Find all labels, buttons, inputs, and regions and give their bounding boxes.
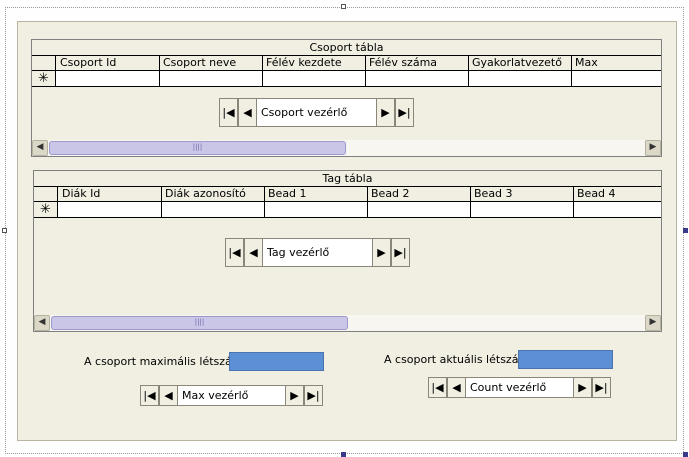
column-header[interactable]: Csoport neve — [160, 56, 263, 70]
table-cell[interactable] — [59, 202, 162, 217]
next-record-icon[interactable]: ▶ — [285, 385, 304, 406]
table-cell[interactable] — [160, 71, 263, 86]
scroll-right-icon[interactable]: ▶ — [645, 140, 661, 156]
count-navigator: |◀ ◀ Count vezérlő ▶ ▶| — [428, 377, 611, 398]
scroll-left-icon[interactable]: ◀ — [32, 140, 48, 156]
current-headcount-label: A csoport aktuális létszáma: — [384, 353, 540, 366]
max-navigator: |◀ ◀ Max vezérlő ▶ ▶| — [140, 385, 323, 406]
table-cell[interactable] — [263, 71, 366, 86]
column-header[interactable]: Diák azonosító — [162, 187, 265, 201]
column-header[interactable]: Bead 1 — [265, 187, 368, 201]
member-grid-scrollbar[interactable]: ◀ |||| ▶ — [34, 315, 661, 331]
new-row-marker[interactable]: ✳ — [34, 202, 58, 217]
current-headcount-field[interactable] — [518, 350, 613, 369]
table-cell[interactable] — [265, 202, 368, 217]
group-grid-caption: Csoport tábla — [32, 40, 661, 56]
member-grid[interactable]: Tag tábla Diák Id Diák azonosító Bead 1 … — [33, 170, 662, 332]
prev-record-icon[interactable]: ◀ — [447, 377, 466, 398]
last-record-icon[interactable]: ▶| — [391, 238, 410, 267]
member-grid-caption: Tag tábla — [34, 171, 661, 187]
first-record-icon[interactable]: |◀ — [428, 377, 447, 398]
member-grid-header: Diák Id Diák azonosító Bead 1 Bead 2 Bea… — [34, 187, 661, 202]
table-cell[interactable] — [368, 202, 471, 217]
member-navigator: |◀ ◀ Tag vezérlő ▶ ▶| — [225, 238, 410, 267]
new-row[interactable]: ✳ — [34, 202, 661, 218]
resize-handle-top[interactable] — [341, 4, 346, 9]
last-record-icon[interactable]: ▶| — [304, 385, 323, 406]
max-headcount-field[interactable] — [229, 352, 324, 371]
column-header[interactable]: Félév száma — [366, 56, 469, 70]
next-record-icon[interactable]: ▶ — [372, 238, 391, 267]
resize-handle-left[interactable] — [2, 228, 7, 233]
first-record-icon[interactable]: |◀ — [219, 98, 238, 127]
column-header[interactable]: Bead 4 — [574, 187, 663, 201]
next-record-icon[interactable]: ▶ — [376, 98, 395, 127]
resize-handle-bottom-right[interactable] — [683, 452, 688, 457]
column-header[interactable]: Bead 2 — [368, 187, 471, 201]
prev-record-icon[interactable]: ◀ — [244, 238, 263, 267]
table-cell[interactable] — [574, 202, 663, 217]
group-grid-header: Csoport Id Csoport neve Félév kezdete Fé… — [32, 56, 661, 71]
new-row[interactable]: ✳ — [32, 71, 661, 87]
table-cell[interactable] — [162, 202, 265, 217]
last-record-icon[interactable]: ▶| — [592, 377, 611, 398]
group-navigator: |◀ ◀ Csoport vezérlő ▶ ▶| — [219, 98, 414, 127]
group-navigator-label: Csoport vezérlő — [257, 98, 376, 127]
column-header[interactable]: Max — [572, 56, 663, 70]
count-navigator-label: Count vezérlő — [466, 377, 573, 398]
next-record-icon[interactable]: ▶ — [573, 377, 592, 398]
column-header[interactable]: Diák Id — [59, 187, 162, 201]
table-cell[interactable] — [57, 71, 160, 86]
table-cell[interactable] — [471, 202, 574, 217]
column-header[interactable]: Gyakorlatvezető — [469, 56, 572, 70]
group-grid-scrollbar[interactable]: ◀ |||| ▶ — [32, 140, 661, 156]
header-corner[interactable] — [34, 187, 58, 201]
table-cell[interactable] — [469, 71, 572, 86]
scroll-thumb[interactable]: |||| — [49, 141, 346, 155]
group-grid[interactable]: Csoport tábla Csoport Id Csoport neve Fé… — [31, 39, 662, 157]
max-headcount-label: A csoport maximális létszáma: — [84, 355, 253, 368]
table-cell[interactable] — [366, 71, 469, 86]
scroll-right-icon[interactable]: ▶ — [645, 315, 661, 331]
table-cell[interactable] — [572, 71, 663, 86]
scroll-left-icon[interactable]: ◀ — [34, 315, 50, 331]
column-header[interactable]: Félév kezdete — [263, 56, 366, 70]
column-header[interactable]: Bead 3 — [471, 187, 574, 201]
member-navigator-label: Tag vezérlő — [263, 238, 372, 267]
max-navigator-label: Max vezérlő — [178, 385, 285, 406]
column-header[interactable]: Csoport Id — [57, 56, 160, 70]
last-record-icon[interactable]: ▶| — [395, 98, 414, 127]
resize-handle-bottom[interactable] — [341, 452, 346, 457]
first-record-icon[interactable]: |◀ — [225, 238, 244, 267]
scroll-thumb[interactable]: |||| — [51, 316, 348, 330]
form-canvas: Csoport tábla Csoport Id Csoport neve Fé… — [17, 21, 677, 441]
new-row-marker[interactable]: ✳ — [32, 71, 56, 86]
prev-record-icon[interactable]: ◀ — [159, 385, 178, 406]
header-corner[interactable] — [32, 56, 56, 70]
prev-record-icon[interactable]: ◀ — [238, 98, 257, 127]
resize-handle-right[interactable] — [683, 228, 688, 233]
first-record-icon[interactable]: |◀ — [140, 385, 159, 406]
